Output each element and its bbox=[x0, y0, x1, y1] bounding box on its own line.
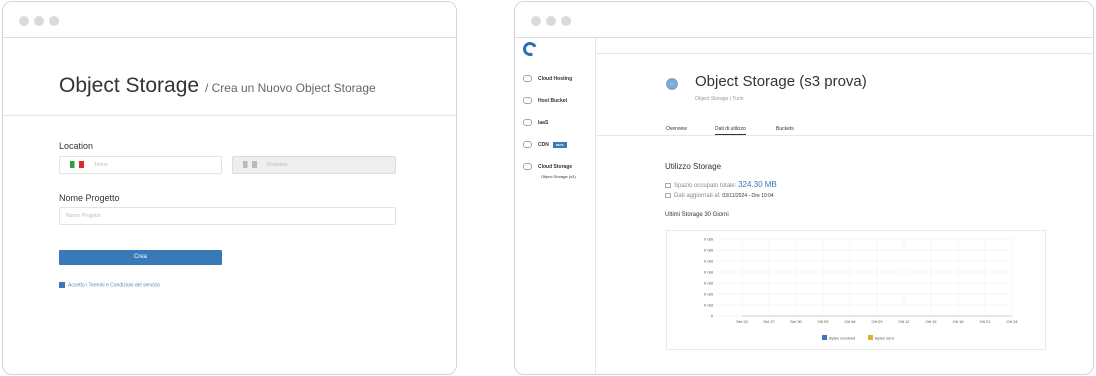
x-tick-label: Set 30 bbox=[790, 319, 802, 324]
legend-label: Bytes sent bbox=[875, 336, 895, 341]
y-tick-label: 0 GB bbox=[704, 281, 713, 286]
sidebar-item-label: Cloud Hosting bbox=[538, 75, 573, 82]
tab-overview[interactable]: Overview bbox=[666, 126, 687, 132]
window-dot bbox=[19, 16, 29, 26]
updated-row: Dati aggiornati al: 03/11/2024 - Ore 10:… bbox=[665, 193, 774, 199]
y-tick-label: 0 GB bbox=[704, 292, 713, 297]
location-select-torino[interactable]: Torino bbox=[59, 156, 222, 174]
calendar-icon bbox=[665, 193, 671, 198]
iaas-icon bbox=[523, 119, 532, 126]
location-label: Location bbox=[59, 141, 94, 151]
top-bar bbox=[596, 38, 1093, 54]
x-tick-label: Ott 24 bbox=[1007, 319, 1019, 324]
app-logo-icon[interactable] bbox=[521, 40, 539, 58]
legend-swatch bbox=[822, 335, 827, 340]
space-label: Spazio occupato totale: bbox=[674, 183, 737, 189]
window-dot bbox=[561, 16, 571, 26]
sidebar-item-label: Host Bucket bbox=[538, 97, 568, 104]
storage-icon bbox=[665, 182, 671, 188]
y-tick-label: 0 GB bbox=[704, 259, 713, 264]
cloud-storage-icon bbox=[523, 163, 532, 170]
y-tick-label: 0 GB bbox=[704, 248, 713, 253]
sidebar-item-cloud-storage[interactable]: Cloud Storage bbox=[523, 163, 572, 170]
window-dot bbox=[34, 16, 44, 26]
sidebar-subitem-object-storage[interactable]: Object Storage (s3) bbox=[541, 174, 576, 179]
chart-title: Ultimi Storage 30 Giorni bbox=[665, 212, 729, 218]
window-titlebar bbox=[3, 2, 456, 38]
x-tick-label: Ott 18 bbox=[953, 319, 965, 324]
sidebar-item-label: Cloud Storage bbox=[538, 163, 573, 170]
sidebar-item-label: IaaS bbox=[538, 119, 549, 126]
location-value: Torino bbox=[94, 162, 108, 168]
legend-swatch bbox=[868, 335, 873, 340]
space-value: 324.30 MB bbox=[738, 180, 777, 189]
x-tick-label: Ott 03 bbox=[818, 319, 830, 324]
cdn-icon bbox=[523, 141, 532, 148]
x-tick-label: Ott 06 bbox=[845, 319, 857, 324]
sidebar: Cloud Hosting Host Bucket IaaS CDN BETA C… bbox=[515, 38, 596, 374]
updated-label: Dati aggiornati al: bbox=[674, 193, 721, 200]
space-used-row: Spazio occupato totale: 324.30 MB bbox=[665, 180, 777, 189]
legend-label: Bytes received bbox=[829, 336, 855, 341]
window-dot bbox=[546, 16, 556, 26]
beta-badge: BETA bbox=[552, 141, 567, 148]
storage-chart: 0 GB 0 GB 0 GB 0 GB 0 GB 0 GB 0 GB 0 Set 24 Set 2… bbox=[666, 230, 1046, 350]
sidebar-item-cdn[interactable]: CDN BETA bbox=[523, 141, 567, 148]
sidebar-item-label: CDN bbox=[538, 141, 549, 148]
project-name-placeholder: Nuovo Progetto bbox=[66, 213, 101, 219]
window-dot bbox=[531, 16, 541, 26]
y-tick-label: 0 GB bbox=[704, 270, 713, 275]
sidebar-item-host-bucket[interactable]: Host Bucket bbox=[523, 97, 567, 104]
storage-chart-svg: 0 GB 0 GB 0 GB 0 GB 0 GB 0 GB 0 GB 0 Set 24 Set 2… bbox=[704, 237, 1019, 341]
flag-icon bbox=[243, 161, 257, 169]
tabs: Overview Dati di utilizzo Buckets bbox=[596, 125, 1093, 136]
page-title: Object Storage / Crea un Nuovo Object St… bbox=[59, 74, 376, 98]
create-storage-window: Object Storage / Crea un Nuovo Object St… bbox=[2, 1, 457, 375]
page-header: Object Storage / Crea un Nuovo Object St… bbox=[3, 38, 456, 116]
x-tick-label: Ott 09 bbox=[872, 319, 884, 324]
location-select-disabled: Prossimo bbox=[232, 156, 396, 174]
italy-flag-icon bbox=[70, 161, 84, 169]
page-title-text: Object Storage bbox=[59, 74, 200, 97]
storage-detail-window: Cloud Hosting Host Bucket IaaS CDN BETA C… bbox=[514, 1, 1094, 375]
x-tick-label: Ott 15 bbox=[926, 319, 938, 324]
back-button[interactable]: ← bbox=[666, 78, 678, 90]
create-button[interactable]: Crea bbox=[59, 250, 222, 265]
x-tick-label: Set 27 bbox=[763, 319, 775, 324]
page-title: Object Storage (s3 prova) bbox=[695, 73, 867, 90]
page-subtitle: / Crea un Nuovo Object Storage bbox=[204, 81, 376, 95]
window-dot bbox=[49, 16, 59, 26]
y-tick-label: 0 GB bbox=[704, 303, 713, 308]
project-name-input[interactable]: Nuovo Progetto bbox=[59, 207, 396, 225]
updated-value: 03/11/2024 - Ore 10:04 bbox=[722, 193, 774, 200]
location-disabled-value: Prossimo bbox=[267, 162, 288, 168]
x-tick-label: Ott 21 bbox=[980, 319, 992, 324]
server-icon bbox=[523, 97, 532, 104]
sidebar-item-cloud-hosting[interactable]: Cloud Hosting bbox=[523, 75, 572, 82]
x-tick-label: Ott 12 bbox=[899, 319, 911, 324]
app-body: Cloud Hosting Host Bucket IaaS CDN BETA C… bbox=[515, 38, 1093, 374]
cloud-icon bbox=[523, 75, 532, 82]
tab-usage-data[interactable]: Dati di utilizzo bbox=[715, 126, 746, 135]
terms-row: Accetto i Termini e Condizioni del servi… bbox=[59, 282, 160, 288]
usage-title: Utilizzo Storage bbox=[665, 162, 722, 171]
breadcrumb: Object Storage | Turin bbox=[695, 96, 744, 102]
x-tick-label: Set 24 bbox=[736, 319, 748, 324]
sidebar-item-iaas[interactable]: IaaS bbox=[523, 119, 548, 126]
y-tick-label: 0 GB bbox=[704, 237, 713, 242]
terms-link[interactable]: Accetto i Termini e Condizioni del servi… bbox=[68, 282, 160, 288]
terms-checkbox[interactable] bbox=[59, 282, 65, 288]
y-tick-label: 0 bbox=[711, 314, 714, 319]
tab-buckets[interactable]: Buckets bbox=[776, 126, 794, 132]
project-name-label: Nome Progetto bbox=[59, 193, 120, 203]
window-titlebar bbox=[515, 2, 1093, 38]
